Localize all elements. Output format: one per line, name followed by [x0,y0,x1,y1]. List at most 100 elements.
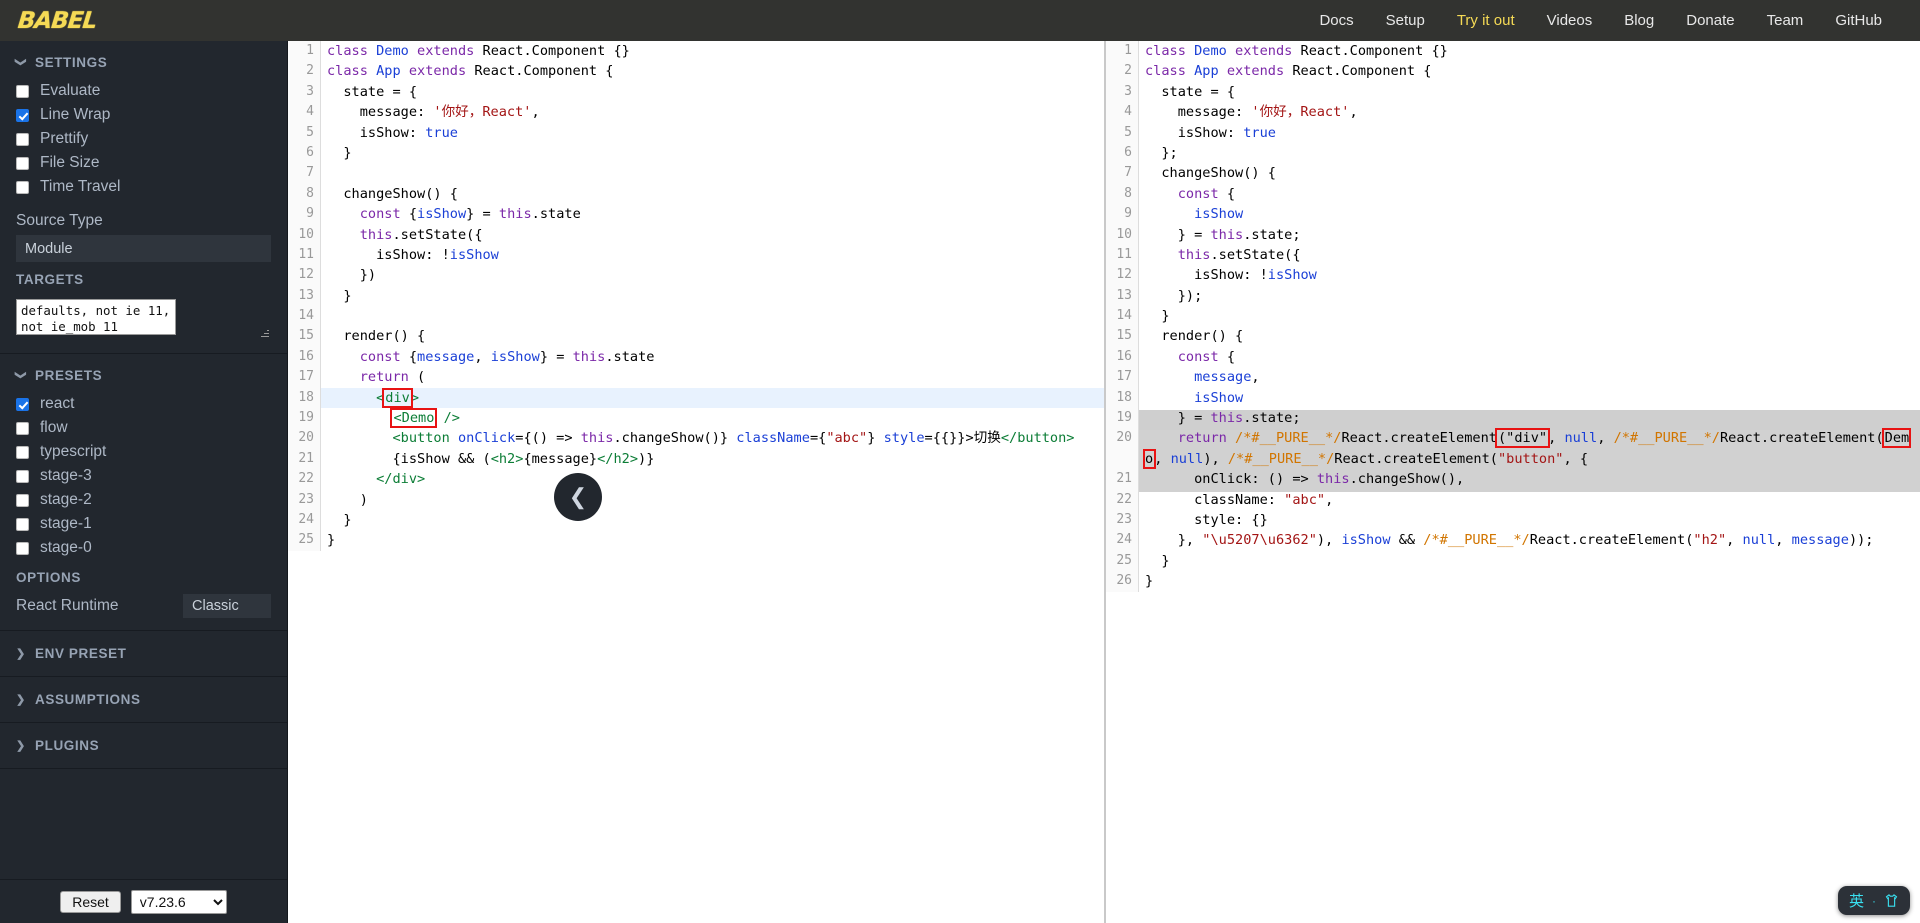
annotation-box-div: div [382,387,413,408]
line-number: 9 [306,206,314,222]
preset-label-stage-1: stage-1 [40,515,92,533]
setting-evaluate[interactable]: Evaluate [0,79,287,103]
line-number: 6 [1124,144,1132,160]
section-title-options: OPTIONS [16,570,81,585]
setting-time-travel[interactable]: Time Travel [0,175,287,199]
ime-mode-label: 英 [1848,893,1864,910]
line-number: 22 [298,471,314,487]
input-editor-pane[interactable]: 1 2 3 4 5 6 7 8 9 10 11 12 13 14 15 16 1… [288,41,1106,923]
section-header-presets[interactable]: ❯ PRESETS [0,354,287,392]
line-number: 16 [1116,348,1132,364]
ime-indicator[interactable]: 英 · [1837,886,1910,915]
line-number: 5 [1124,124,1132,140]
section-header-env-preset[interactable]: ❯ ENV PRESET [0,631,287,676]
checkbox-time-travel[interactable] [16,180,29,194]
code-line: changeShow() { [1145,165,1276,182]
nav-link-donate[interactable]: Donate [1670,8,1750,33]
preset-label-typescript: typescript [40,443,107,461]
line-number: 3 [306,83,314,99]
section-header-assumptions[interactable]: ❯ ASSUMPTIONS [0,677,287,722]
checkbox-flow[interactable] [16,421,29,435]
sidebar-collapse-handle[interactable]: ❮ [554,473,602,521]
preset-label-stage-2: stage-2 [40,491,92,509]
code-line: ) [327,491,368,508]
code-line: class App extends React.Component { [327,63,614,80]
preset-flow[interactable]: flow [0,416,287,440]
preset-label-react: react [40,395,75,413]
section-title-env-preset: ENV PRESET [35,646,127,661]
checkbox-typescript[interactable] [16,445,29,459]
setting-label-file-size: File Size [40,154,100,172]
chevron-left-icon: ❮ [568,484,588,509]
nav-link-videos[interactable]: Videos [1531,8,1609,33]
react-runtime-row: React Runtime Classic [0,591,287,630]
checkbox-line-wrap[interactable] [16,108,29,122]
code-line: const { [1177,185,1236,202]
setting-label-evaluate: Evaluate [40,82,101,100]
preset-stage-1[interactable]: stage-1 [0,512,287,536]
checkbox-file-size[interactable] [16,156,29,170]
line-number: 19 [1116,410,1132,426]
checkbox-stage-3[interactable] [16,469,29,483]
checkbox-evaluate[interactable] [16,84,29,98]
setting-prettify[interactable]: Prettify [0,127,287,151]
line-number: 8 [1124,185,1132,201]
checkbox-react[interactable] [16,397,29,411]
preset-typescript[interactable]: typescript [0,440,287,464]
setting-file-size[interactable]: File Size [0,151,287,175]
code-line: isShow: !isShow [327,246,499,263]
line-number: 22 [1116,491,1132,507]
version-select[interactable]: v7.23.6 [130,889,227,914]
nav-link-team[interactable]: Team [1751,8,1820,33]
line-number: 5 [306,124,314,140]
checkbox-prettify[interactable] [16,132,29,146]
shirt-icon [1884,893,1899,908]
reset-button[interactable]: Reset [60,890,121,913]
nav-link-try-it-out[interactable]: Try it out [1441,8,1531,33]
section-header-settings[interactable]: ❯ SETTINGS [0,41,287,79]
targets-input[interactable] [16,299,176,335]
checkbox-stage-1[interactable] [16,517,29,531]
input-gutter: 1 2 3 4 5 6 7 8 9 10 11 12 13 14 15 16 1… [288,41,321,551]
code-line: message: '你好，React', [1145,104,1358,121]
preset-label-stage-0: stage-0 [40,539,92,557]
code-line: state = { [327,83,418,100]
nav-link-docs[interactable]: Docs [1303,8,1369,33]
line-number: 4 [306,104,314,120]
divider [0,768,287,769]
top-navbar: BABEL Docs Setup Try it out Videos Blog … [0,0,1920,41]
input-code-lines[interactable]: class Demo extends React.Component {} cl… [321,41,1104,551]
nav-link-github[interactable]: GitHub [1819,8,1898,33]
chevron-down-icon: ❯ [14,57,27,68]
code-line: isShow: true [1145,124,1276,141]
preset-stage-3[interactable]: stage-3 [0,464,287,488]
nav-link-blog[interactable]: Blog [1608,8,1670,33]
preset-react[interactable]: react [0,392,287,416]
code-line: class Demo extends React.Component {} [1145,43,1448,59]
babel-repl-page: BABEL Docs Setup Try it out Videos Blog … [0,0,1920,923]
output-editor-pane[interactable]: 1 2 3 4 5 6 7 8 9 10 11 12 13 14 15 16 1… [1106,41,1920,923]
code-line: } [327,511,352,528]
line-number: 17 [1116,369,1132,385]
line-number: 11 [1116,246,1132,262]
preset-stage-0[interactable]: stage-0 [0,536,287,560]
checkbox-stage-0[interactable] [16,541,29,555]
nav-link-setup[interactable]: Setup [1370,8,1441,33]
source-type-select[interactable]: Module [16,235,271,262]
section-title-assumptions: ASSUMPTIONS [35,692,141,707]
checkbox-stage-2[interactable] [16,493,29,507]
output-code-lines[interactable]: class Demo extends React.Component {} cl… [1139,41,1920,592]
code-line: onClick: () => this.changeShow(), [1145,471,1465,488]
react-runtime-select[interactable]: Classic [183,594,271,618]
source-type-label: Source Type [16,212,103,229]
preset-stage-2[interactable]: stage-2 [0,488,287,512]
code-line: render() { [327,328,426,345]
line-number: 1 [1124,43,1132,58]
section-header-plugins[interactable]: ❯ PLUGINS [0,723,287,768]
sidebar-scroll: ❯ SETTINGS Evaluate Line Wrap Prettify F… [0,41,287,879]
babel-logo[interactable]: BABEL [17,8,98,34]
setting-line-wrap[interactable]: Line Wrap [0,103,287,127]
section-title-settings: SETTINGS [35,55,108,70]
code-line: } [1145,308,1170,325]
